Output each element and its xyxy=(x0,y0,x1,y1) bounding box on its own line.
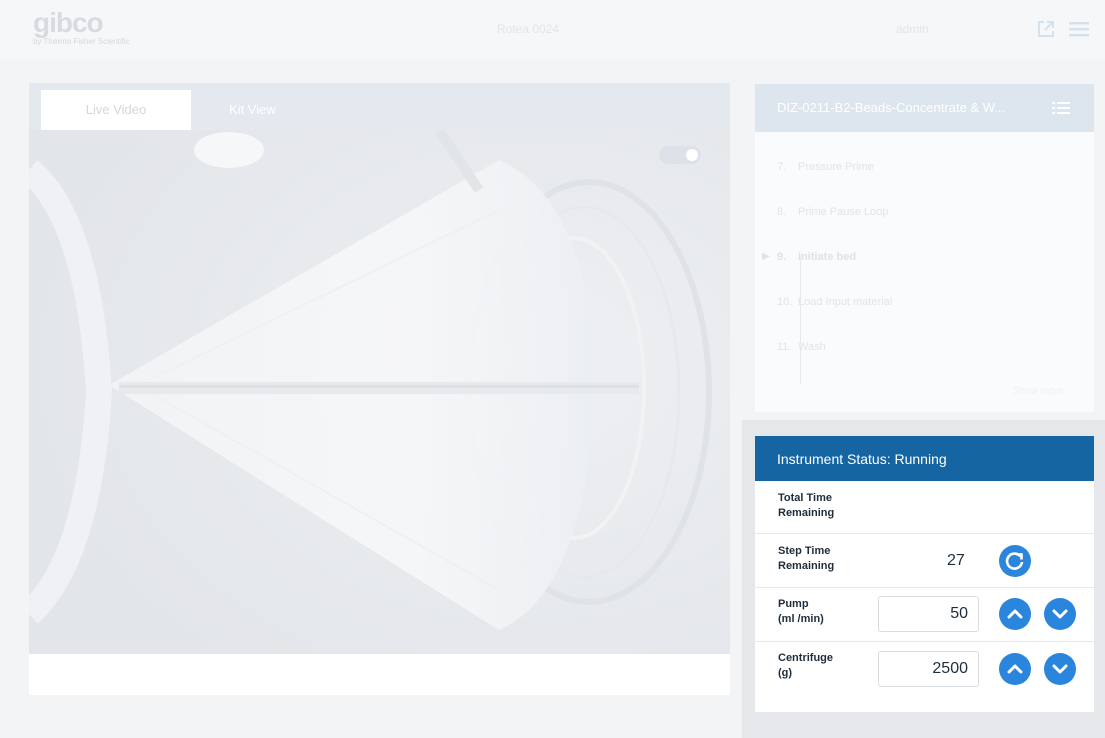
list-icon[interactable] xyxy=(1052,99,1070,117)
export-icon[interactable] xyxy=(1034,17,1058,41)
step-number: 9. xyxy=(777,251,787,263)
step-label: Prime Pause Loop xyxy=(798,206,889,218)
pump-row: Pump (ml /min) xyxy=(755,588,1094,642)
step-time-label-line1: Step Time xyxy=(778,545,831,557)
centrifuge-label-line1: Centrifuge xyxy=(778,652,833,664)
current-step-arrow-icon: ▶ xyxy=(762,251,770,262)
centrifuge-label: Centrifuge (g) xyxy=(778,651,833,681)
pump-increase-button[interactable] xyxy=(999,598,1031,630)
status-title: Instrument Status: Running xyxy=(777,451,947,467)
instrument-status-panel: Instrument Status: Running Total Time Re… xyxy=(755,436,1094,712)
total-time-label-line2: Remaining xyxy=(778,507,835,519)
chevron-down-icon xyxy=(1052,609,1068,619)
pump-rate-field[interactable] xyxy=(878,596,979,632)
video-panel: Live Video Kit View xyxy=(29,83,730,695)
centrifuge-decrease-button[interactable] xyxy=(1044,653,1076,685)
protocol-step[interactable]: 11. Wash xyxy=(755,337,1094,357)
step-label: Initiate bed xyxy=(798,251,857,263)
chevron-up-icon xyxy=(1007,664,1023,674)
protocol-title: DIZ-0211-B2-Beads-Concentrate & W... xyxy=(777,100,1006,115)
step-number: 7. xyxy=(777,161,787,173)
protocol-step[interactable]: 8. Prime Pause Loop xyxy=(755,202,1094,222)
protocol-step-current[interactable]: ▶ 9. Initiate bed xyxy=(755,247,1094,267)
video-tab-bar: Live Video Kit View xyxy=(29,83,730,130)
centrifuge-speed-field[interactable] xyxy=(878,651,979,687)
chevron-up-icon xyxy=(1007,609,1023,619)
step-time-label-line2: Remaining xyxy=(778,560,835,572)
protocol-step[interactable]: 10. Load Input material xyxy=(755,292,1094,312)
step-time-value: 27 xyxy=(947,552,965,569)
step-label: Wash xyxy=(798,341,826,353)
live-video-feed xyxy=(29,130,730,654)
app-header: gibco by Thermo Fisher Scientific Rotea … xyxy=(0,0,1105,60)
protocol-panel: DIZ-0211-B2-Beads-Concentrate & W... 7. … xyxy=(755,84,1094,412)
centrifuge-increase-button[interactable] xyxy=(999,653,1031,685)
tab-kit-view[interactable]: Kit View xyxy=(229,90,329,130)
status-header: Instrument Status: Running xyxy=(755,436,1094,481)
centrifuge-label-line2: (g) xyxy=(778,667,793,679)
pump-label-line1: Pump xyxy=(778,598,809,610)
instrument-name: Rotea 0024 xyxy=(497,22,560,36)
total-time-label: Total Time Remaining xyxy=(778,491,834,521)
logo-wordmark: gibco xyxy=(33,7,104,38)
step-time-label: Step Time Remaining xyxy=(778,544,834,574)
step-label: Load Input material xyxy=(798,296,893,308)
pump-label: Pump (ml /min) xyxy=(778,597,824,627)
step-number: 8. xyxy=(777,206,787,218)
protocol-step[interactable]: 7. Pressure Prime xyxy=(755,157,1094,177)
logo-subtext: by Thermo Fisher Scientific xyxy=(33,37,130,46)
step-number: 10. xyxy=(777,296,793,308)
protocol-header: DIZ-0211-B2-Beads-Concentrate & W... xyxy=(755,84,1094,132)
refresh-icon xyxy=(1005,552,1024,570)
gibco-logo: gibco by Thermo Fisher Scientific xyxy=(33,7,130,47)
pump-rate-input[interactable] xyxy=(879,597,978,631)
show-more-link[interactable]: Show more xyxy=(1013,386,1064,397)
total-time-label-line1: Total Time xyxy=(778,492,832,504)
pump-label-line2: (ml /min) xyxy=(778,613,824,625)
chevron-down-icon xyxy=(1052,664,1068,674)
user-name[interactable]: admin xyxy=(896,22,929,36)
tab-live-video[interactable]: Live Video xyxy=(41,90,191,130)
reset-step-time-button[interactable] xyxy=(999,545,1031,577)
video-overlay-toggle[interactable] xyxy=(659,146,701,164)
video-frame-image xyxy=(29,130,730,654)
step-label: Pressure Prime xyxy=(798,161,874,173)
hamburger-menu-icon[interactable] xyxy=(1067,17,1091,41)
toggle-knob xyxy=(686,149,698,161)
centrifuge-row: Centrifuge (g) xyxy=(755,642,1094,698)
centrifuge-speed-input[interactable] xyxy=(879,652,978,686)
step-time-row: Step Time Remaining 27 xyxy=(755,534,1094,588)
step-timeline xyxy=(800,256,801,384)
total-time-row: Total Time Remaining xyxy=(755,481,1094,534)
pump-decrease-button[interactable] xyxy=(1044,598,1076,630)
step-number: 11. xyxy=(777,341,792,353)
